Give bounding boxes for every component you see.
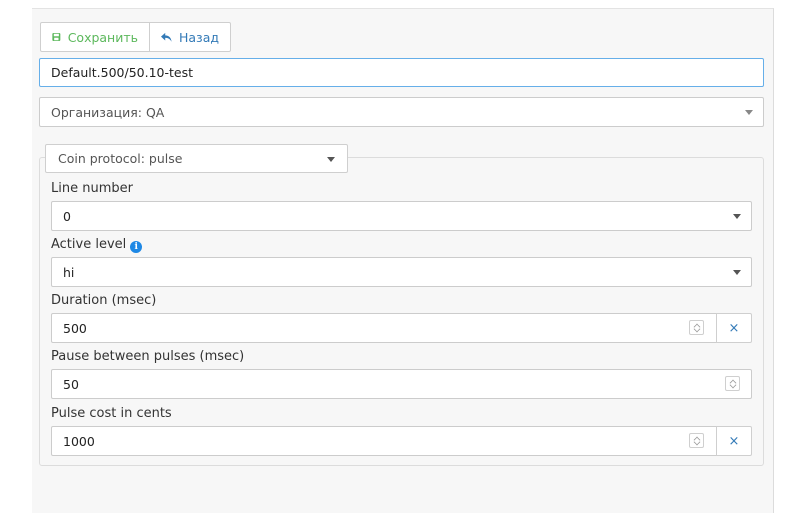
organization-select[interactable]: Организация: QA bbox=[39, 97, 764, 127]
organization-select-value: Организация: QA bbox=[51, 104, 165, 120]
pulse-cost-clear-button[interactable]: × bbox=[716, 426, 752, 456]
active-level-label-row: Active level i bbox=[51, 237, 143, 253]
pause-value: 50 bbox=[63, 376, 79, 392]
name-input[interactable]: Default.500/50.10-test bbox=[39, 58, 764, 87]
duration-input[interactable]: 500 bbox=[51, 313, 717, 343]
name-input-value: Default.500/50.10-test bbox=[51, 65, 194, 80]
coin-protocol-select-value: Coin protocol: pulse bbox=[58, 151, 183, 166]
pulse-cost-label: Pulse cost in cents bbox=[51, 406, 172, 421]
pause-spinner-icon[interactable] bbox=[725, 376, 740, 391]
save-button-label: Сохранить bbox=[67, 29, 138, 45]
active-level-select[interactable]: hi bbox=[51, 257, 752, 287]
save-icon bbox=[52, 33, 61, 41]
duration-spinner-icon[interactable] bbox=[689, 320, 704, 335]
info-icon[interactable]: i bbox=[130, 241, 143, 253]
chevron-down-icon bbox=[745, 110, 753, 115]
line-number-value: 0 bbox=[63, 208, 71, 224]
active-level-value: hi bbox=[63, 264, 75, 280]
reply-icon bbox=[161, 32, 172, 42]
pause-label: Pause between pulses (msec) bbox=[51, 349, 245, 364]
chevron-down-icon bbox=[733, 270, 741, 275]
active-level-label: Active level bbox=[51, 237, 127, 252]
chevron-down-icon bbox=[733, 214, 741, 219]
line-number-select[interactable]: 0 bbox=[51, 201, 752, 231]
line-number-label: Line number bbox=[51, 181, 133, 196]
back-button-label: Назад bbox=[178, 29, 219, 45]
pause-input[interactable]: 50 bbox=[51, 369, 752, 399]
duration-value: 500 bbox=[63, 320, 87, 336]
duration-clear-button[interactable]: × bbox=[716, 313, 752, 343]
duration-label: Duration (msec) bbox=[51, 293, 157, 308]
toolbar: Сохранить Назад bbox=[40, 22, 231, 52]
close-icon: × bbox=[728, 320, 740, 336]
back-button[interactable]: Назад bbox=[150, 22, 231, 52]
coin-protocol-select[interactable]: Coin protocol: pulse bbox=[45, 144, 348, 173]
pulse-cost-value: 1000 bbox=[63, 433, 95, 449]
chevron-down-icon bbox=[327, 156, 335, 162]
pulse-cost-spinner-icon[interactable] bbox=[689, 433, 704, 448]
close-icon: × bbox=[728, 433, 740, 449]
pulse-cost-input[interactable]: 1000 bbox=[51, 426, 717, 456]
save-button[interactable]: Сохранить bbox=[40, 22, 150, 52]
